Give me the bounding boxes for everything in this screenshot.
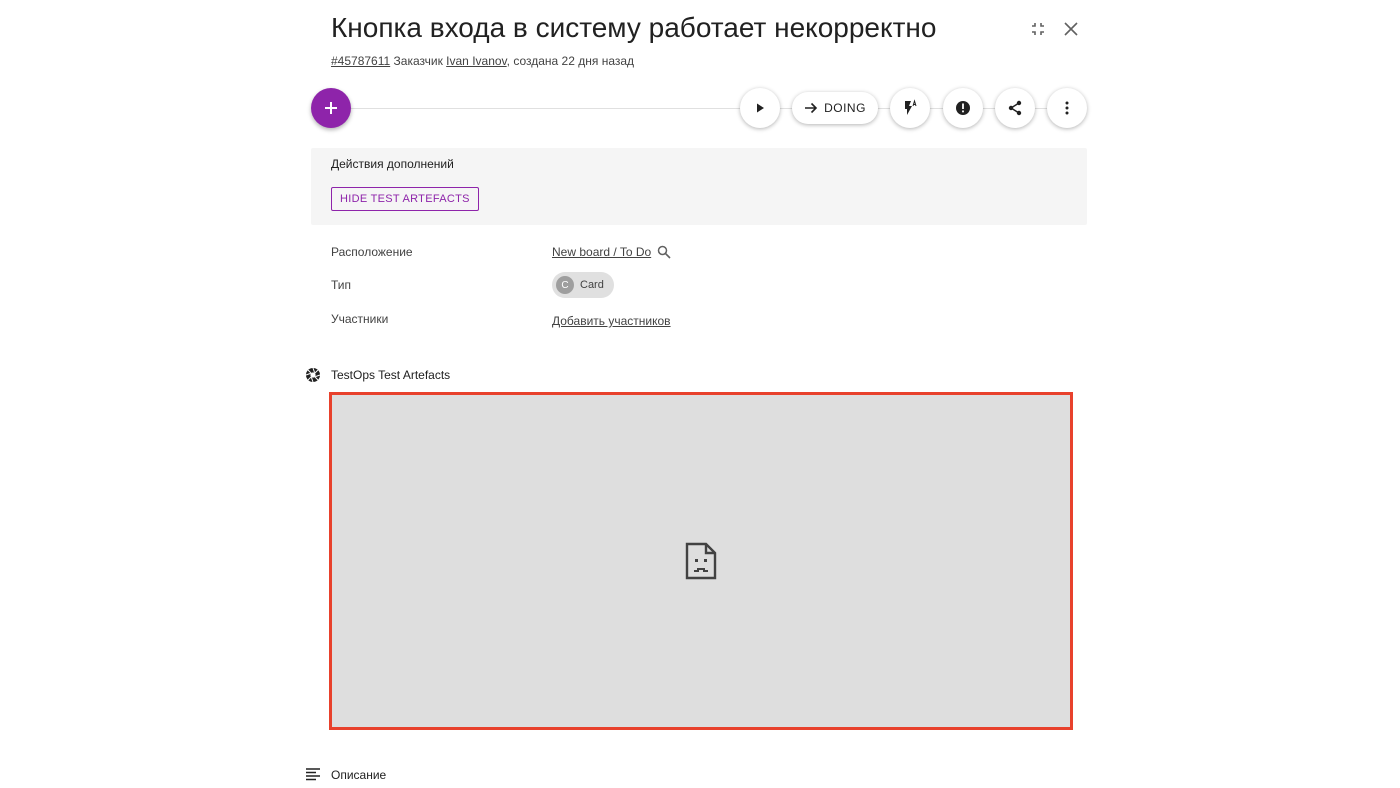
more-button[interactable] [1047, 88, 1087, 128]
card-detail-page: Кнопка входа в систему работает некоррек… [0, 0, 1400, 788]
text-lines-icon [306, 768, 320, 781]
status-label: DOING [824, 101, 866, 115]
play-icon [757, 103, 764, 113]
more-vert-icon [1065, 101, 1069, 115]
status-button[interactable]: DOING [792, 92, 878, 124]
location-label: Расположение [331, 245, 413, 259]
search-icon [657, 245, 671, 259]
plus-icon [325, 102, 337, 114]
location-search-button[interactable] [657, 245, 671, 259]
aperture-icon [305, 367, 321, 383]
add-fab-button[interactable] [311, 88, 351, 128]
add-members-link[interactable]: Добавить участников [552, 314, 671, 328]
card-meta: #45787611 Заказчик Ivan Ivanov, создана … [331, 54, 634, 68]
page-title: Кнопка входа в систему работает некоррек… [331, 12, 937, 43]
addons-title: Действия дополнений [331, 157, 454, 171]
card-id-link[interactable]: #45787611 [331, 54, 390, 68]
share-icon [1008, 100, 1022, 116]
collapse-icon [1032, 23, 1044, 35]
close-button[interactable] [1059, 17, 1083, 41]
alert-circle-icon [956, 101, 970, 115]
location-link[interactable]: New board / To Do [552, 245, 651, 259]
description-section-title: Описание [331, 768, 387, 782]
broken-document-icon [685, 542, 717, 580]
automation-button[interactable] [890, 88, 930, 128]
play-button[interactable] [740, 88, 780, 128]
alert-button[interactable] [943, 88, 983, 128]
artefacts-section-title: TestOps Test Artefacts [331, 368, 451, 382]
type-label: Тип [331, 278, 352, 292]
collapse-button[interactable] [1026, 17, 1050, 41]
type-chip-label: Card [580, 279, 604, 291]
arrow-right-icon [805, 102, 818, 114]
share-button[interactable] [995, 88, 1035, 128]
customer-link[interactable]: Ivan Ivanov [446, 54, 506, 68]
members-label: Участники [331, 312, 389, 326]
artefacts-frame [329, 392, 1073, 730]
type-chip[interactable]: C Card [552, 272, 614, 298]
type-chip-avatar: C [556, 276, 574, 294]
close-icon [1064, 22, 1078, 36]
addons-panel: Действия дополнений HIDE TEST ARTEFACTS [311, 148, 1087, 225]
customer-prefix: Заказчик [393, 54, 443, 68]
hide-test-artefacts-button[interactable]: HIDE TEST ARTEFACTS [331, 187, 479, 211]
flash-auto-icon [905, 99, 917, 115]
created-text: , создана 22 дня назад [506, 54, 635, 68]
